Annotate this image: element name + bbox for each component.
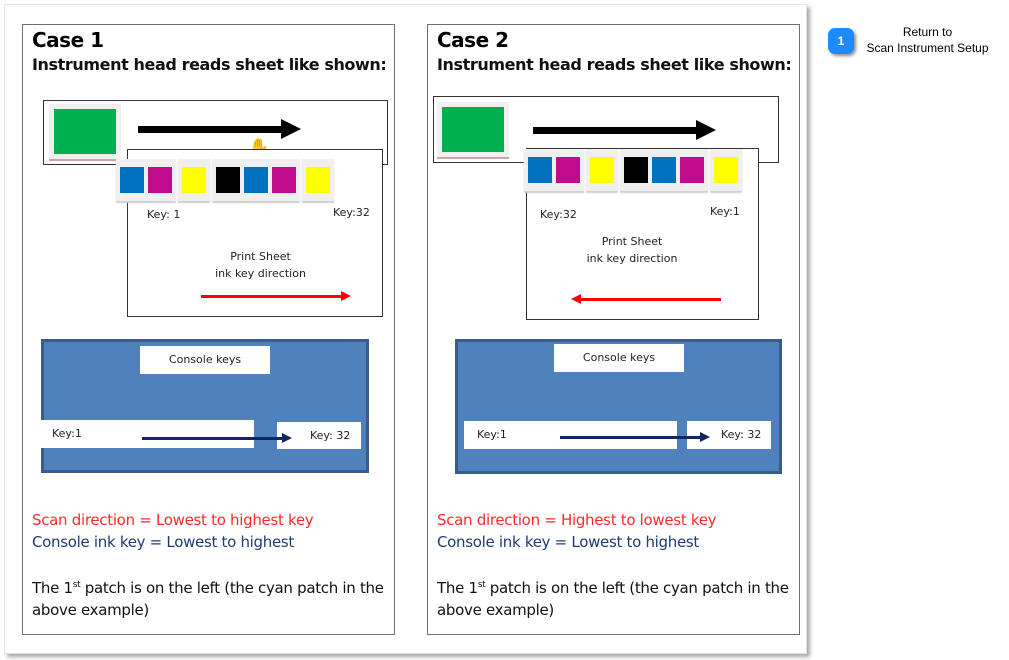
- case-subtitle: Instrument head reads sheet like shown:: [32, 55, 387, 74]
- case-2-panel: Case 2 Instrument head reads sheet like …: [427, 24, 800, 635]
- patch-tile: [116, 159, 176, 201]
- console-ink-key-text: Console ink key = Lowest to highest: [437, 533, 699, 551]
- patch-tile: [620, 149, 708, 191]
- document-frame: Case 1 Instrument head reads sheet like …: [4, 4, 807, 654]
- instrument-head-icon: [49, 104, 121, 159]
- scan-direction-arrow: [533, 120, 716, 140]
- patch-strip: [524, 149, 744, 191]
- key-left-label: Key: 1: [147, 208, 181, 221]
- sheet-caption-line1: Print Sheet: [601, 235, 663, 248]
- sheet-caption-line2: ink key direction: [586, 252, 678, 265]
- print-sheet: Key:32 Key:1 Print Sheet ink key directi…: [524, 148, 759, 320]
- patch-black: [624, 157, 648, 183]
- console-direction-arrow: [560, 432, 710, 442]
- patch-yellow: [306, 167, 330, 193]
- patch-yellow: [590, 157, 614, 183]
- scan-direction-text: Scan direction = Lowest to highest key: [32, 511, 314, 529]
- sheet-caption: Print Sheet ink key direction: [577, 233, 687, 267]
- first-patch-note: The 1st patch is on the left (the cyan p…: [437, 574, 797, 621]
- console-title: Console keys: [140, 346, 270, 374]
- console-title: Console keys: [554, 344, 684, 372]
- console-ink-key-text: Console ink key = Lowest to highest: [32, 533, 294, 551]
- case-title: Case 1: [32, 28, 104, 52]
- ink-key-direction-arrow: [571, 294, 721, 304]
- return-link-text[interactable]: Return to Scan Instrument Setup: [860, 24, 995, 56]
- patch-magenta: [680, 157, 704, 183]
- case-1-panel: Case 1 Instrument head reads sheet like …: [22, 24, 395, 635]
- scan-direction-arrow: [138, 119, 301, 139]
- note-post: patch is on the left (the cyan patch in …: [437, 579, 789, 619]
- patch-magenta: [148, 167, 172, 193]
- case-title: Case 2: [437, 28, 509, 52]
- patch-magenta: [272, 167, 296, 193]
- patch-tile: [524, 149, 584, 191]
- patch-tile: [710, 149, 742, 191]
- case-subtitle: Instrument head reads sheet like shown:: [437, 55, 792, 74]
- patch-cyan: [652, 157, 676, 183]
- console-direction-arrow: [142, 433, 292, 443]
- key-right-label: Key:32: [333, 206, 370, 219]
- patch-magenta: [556, 157, 580, 183]
- console-keys-box: Console keys Key:1 Key: 32: [41, 339, 369, 473]
- patch-tile: [178, 159, 210, 201]
- ink-key-direction-arrow: [201, 291, 351, 301]
- note-pre: The 1: [32, 579, 73, 597]
- first-patch-note: The 1st patch is on the left (the cyan p…: [32, 574, 392, 621]
- patch-tile: [586, 149, 618, 191]
- console-key-left: Key:1: [41, 420, 254, 448]
- patch-tile: [302, 159, 334, 201]
- number-badge-icon[interactable]: 1: [828, 28, 854, 54]
- sheet-caption: Print Sheet ink key direction: [198, 248, 323, 282]
- sheet-caption-line2: ink key direction: [215, 267, 306, 280]
- patch-cyan: [528, 157, 552, 183]
- patch-yellow: [182, 167, 206, 193]
- key-left-label: Key:32: [540, 208, 577, 221]
- patch-cyan: [244, 167, 268, 193]
- patch-strip: [116, 159, 336, 201]
- patch-tile: [212, 159, 300, 201]
- scan-direction-text: Scan direction = Highest to lowest key: [437, 511, 717, 529]
- console-key-left: Key:1: [464, 421, 677, 449]
- return-link-line1[interactable]: Return to: [860, 24, 995, 40]
- console-keys-box: Console keys Key:1 Key: 32: [455, 339, 782, 474]
- sheet-caption-line1: Print Sheet: [230, 250, 291, 263]
- print-sheet: Key: 1 Key:32 Print Sheet ink key direct…: [116, 149, 383, 317]
- patch-yellow: [714, 157, 738, 183]
- return-link-line2[interactable]: Scan Instrument Setup: [860, 40, 995, 56]
- key-right-label: Key:1: [710, 205, 740, 218]
- patch-black: [216, 167, 240, 193]
- note-pre: The 1: [437, 579, 478, 597]
- patch-cyan: [120, 167, 144, 193]
- note-post: patch is on the left (the cyan patch in …: [32, 579, 384, 619]
- instrument-head-icon: [437, 102, 509, 157]
